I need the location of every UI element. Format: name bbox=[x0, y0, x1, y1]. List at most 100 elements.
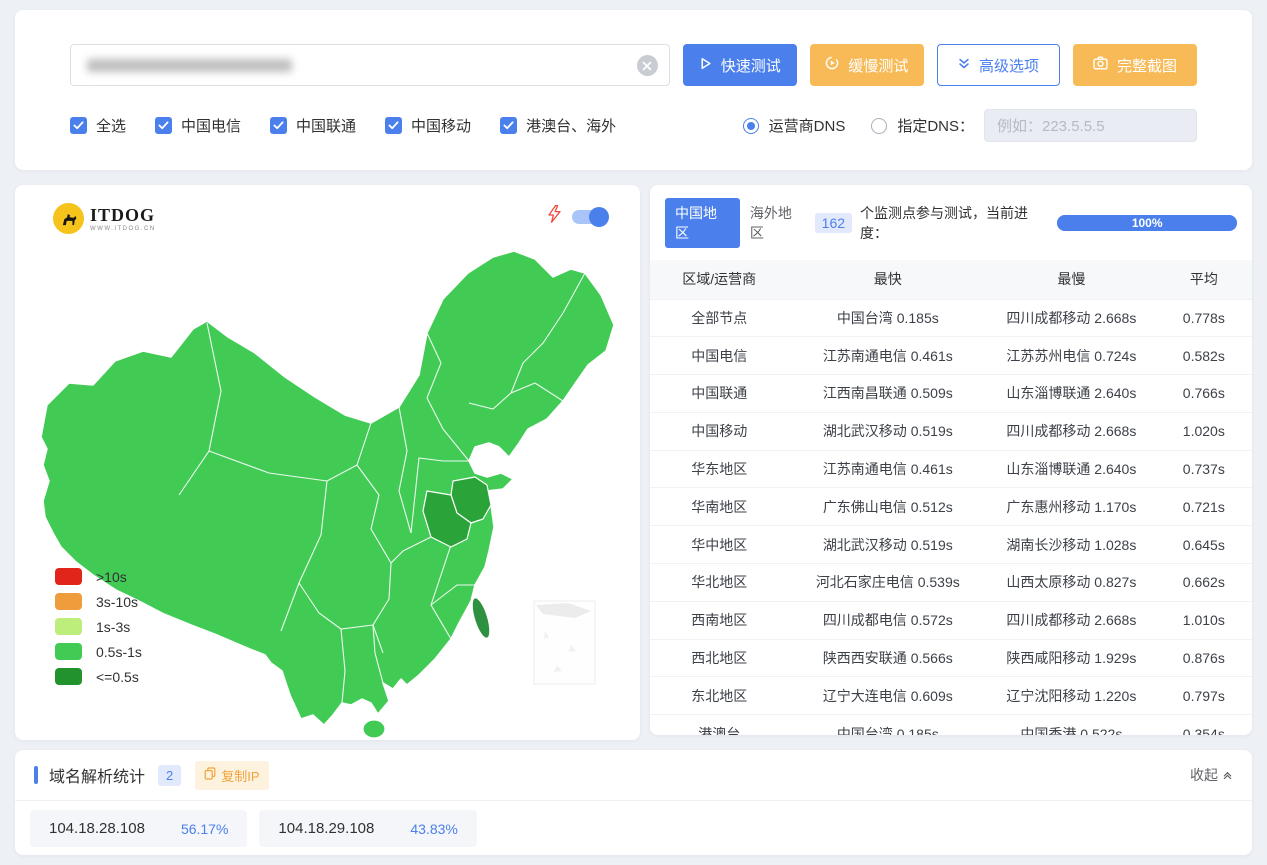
ip-list: 104.18.28.108 56.17% 104.18.29.108 43.83% bbox=[15, 801, 1252, 856]
double-chevron-up-icon bbox=[1222, 767, 1233, 783]
isp-checkbox-label: 港澳台、海外 bbox=[526, 118, 617, 135]
ip-chip[interactable]: 104.18.29.108 43.83% bbox=[259, 810, 477, 847]
table-cell: 1.010s bbox=[1155, 600, 1252, 640]
ip-percent: 43.83% bbox=[410, 820, 458, 837]
progress-bar: 100% bbox=[1057, 215, 1237, 231]
collapse-toggle[interactable]: 收起 bbox=[1190, 765, 1233, 785]
slow-test-button[interactable]: 缓慢测试 bbox=[809, 44, 924, 86]
slow-test-icon bbox=[825, 56, 839, 74]
speed-mode-toggle[interactable] bbox=[572, 206, 609, 227]
table-row: 中国联通 江西南昌联通 0.509s 山东淄博联通 2.640s 0.766s bbox=[650, 374, 1252, 413]
checkbox-check-icon bbox=[70, 117, 87, 134]
ip-address: 104.18.28.108 bbox=[49, 820, 145, 837]
table-cell: 华南地区 bbox=[650, 487, 789, 526]
progress-value: 100% bbox=[1131, 216, 1163, 230]
table-row: 港澳台 中国台湾 0.185s 中国香港 0.522s 0.354s bbox=[650, 714, 1252, 735]
table-row: 中国移动 湖北武汉移动 0.519s 四川成都移动 2.668s 1.020s bbox=[650, 411, 1252, 451]
table-cell: 0.797s bbox=[1155, 676, 1252, 715]
results-panel: 中国地区 海外地区 162 个监测点参与测试，当前进度： 100% 区域/运营商… bbox=[650, 185, 1252, 735]
table-cell: 1.020s bbox=[1155, 411, 1252, 451]
table-cell: 山西太原移动 0.827s bbox=[987, 563, 1156, 602]
table-row: 东北地区 辽宁大连电信 0.609s 辽宁沈阳移动 1.220s 0.797s bbox=[650, 676, 1252, 715]
legend-label: >10s bbox=[96, 568, 127, 585]
test-control-panel: 快速测试 缓慢测试 高级选项 完整截图 全选 中国电信 中国联通 中国移动 港澳台、海外… bbox=[15, 10, 1252, 170]
province-taiwan[interactable] bbox=[469, 596, 494, 640]
results-table: 区域/运营商 最快 最慢 平均 全部节点 中国台湾 0.185s 四川成都移动 2.668… bbox=[650, 260, 1252, 735]
ip-percent: 56.17% bbox=[180, 820, 229, 837]
ip-chip[interactable]: 104.18.28.108 56.17% bbox=[30, 810, 248, 847]
progress-text: 个监测点参与测试，当前进度： bbox=[860, 205, 1029, 241]
advanced-options-button[interactable]: 高级选项 bbox=[936, 44, 1060, 86]
table-cell: 中国电信 bbox=[650, 336, 789, 375]
table-cell: 广东惠州移动 1.170s bbox=[987, 487, 1156, 526]
table-cell: 0.721s bbox=[1155, 487, 1252, 526]
brand-name: ITDOG bbox=[90, 204, 156, 225]
checkbox-check-icon bbox=[155, 117, 173, 134]
table-cell: 0.778s bbox=[1155, 298, 1252, 337]
full-screenshot-label: 完整截图 bbox=[1116, 57, 1177, 75]
legend-item: 0.5s-1s bbox=[55, 643, 142, 660]
table-cell: 湖南长沙移动 1.028s bbox=[987, 525, 1156, 564]
checkbox-check-icon bbox=[385, 117, 403, 134]
camera-icon bbox=[1093, 56, 1108, 74]
legend-swatch bbox=[55, 643, 82, 660]
table-cell: 中国台湾 0.185s bbox=[788, 298, 988, 337]
tab-china-region[interactable]: 中国地区 bbox=[665, 198, 740, 248]
table-cell: 四川成都移动 2.668s bbox=[987, 600, 1156, 640]
column-header: 平均 bbox=[1155, 260, 1252, 299]
tab-overseas-region[interactable]: 海外地区 bbox=[740, 198, 815, 248]
table-cell: 华北地区 bbox=[650, 563, 789, 602]
isp-checkbox-4[interactable]: 港澳台、海外 bbox=[500, 115, 616, 136]
isp-checkbox-label: 中国联通 bbox=[296, 118, 357, 135]
copy-icon bbox=[204, 767, 216, 783]
table-cell: 0.876s bbox=[1155, 638, 1252, 677]
full-screenshot-button[interactable]: 完整截图 bbox=[1072, 44, 1197, 86]
legend-item: >10s bbox=[55, 568, 142, 585]
table-cell: 东北地区 bbox=[650, 676, 789, 715]
advanced-options-label: 高级选项 bbox=[978, 57, 1039, 75]
dns-option-group: 运营商DNS 指定DNS： 例如：223.5.5.5 bbox=[742, 109, 1197, 142]
column-header: 最慢 bbox=[987, 260, 1156, 299]
isp-checkbox-2[interactable]: 中国联通 bbox=[270, 115, 356, 136]
play-icon bbox=[699, 57, 712, 74]
column-header: 最快 bbox=[788, 260, 988, 299]
isp-checkbox-label: 全选 bbox=[96, 118, 127, 135]
isp-checkbox-3[interactable]: 中国移动 bbox=[385, 115, 471, 136]
isp-checkbox-1[interactable]: 中国电信 bbox=[155, 115, 241, 136]
table-cell: 0.645s bbox=[1155, 525, 1252, 564]
table-cell: 广东佛山电信 0.512s bbox=[788, 487, 988, 526]
legend-swatch bbox=[55, 593, 82, 610]
table-cell: 0.766s bbox=[1155, 374, 1252, 413]
table-cell: 中国香港 0.522s bbox=[987, 714, 1156, 735]
copy-ip-button[interactable]: 复制IP bbox=[195, 760, 269, 790]
isp-checkbox-label: 中国移动 bbox=[411, 118, 472, 135]
clear-input-icon[interactable] bbox=[636, 55, 658, 76]
table-cell: 陕西咸阳移动 1.929s bbox=[987, 638, 1156, 677]
table-row: 华中地区 湖北武汉移动 0.519s 湖南长沙移动 1.028s 0.645s bbox=[650, 525, 1252, 564]
legend-item: 3s-10s bbox=[55, 593, 142, 610]
dns-stats-panel: 域名解析统计 2 复制IP 收起 104.18.28.108 56.17% 104.… bbox=[15, 750, 1252, 855]
table-cell: 江苏南通电信 0.461s bbox=[788, 449, 988, 488]
isp-checkbox-0[interactable]: 全选 bbox=[70, 115, 126, 136]
table-cell: 山东淄博联通 2.640s bbox=[987, 374, 1156, 413]
dog-icon bbox=[53, 203, 84, 234]
custom-dns-input[interactable]: 例如：223.5.5.5 bbox=[984, 109, 1197, 142]
table-cell: 四川成都电信 0.572s bbox=[788, 600, 988, 640]
map-panel: ITDOG WWW.ITDOG.CN >10s 3s-10s 1s-3s 0.5… bbox=[15, 185, 640, 740]
legend-label: <=0.5s bbox=[96, 668, 139, 685]
table-row: 中国电信 江苏南通电信 0.461s 江苏苏州电信 0.724s 0.582s bbox=[650, 336, 1252, 375]
legend-swatch bbox=[55, 568, 82, 585]
table-row: 华南地区 广东佛山电信 0.512s 广东惠州移动 1.170s 0.721s bbox=[650, 487, 1252, 526]
table-cell: 湖北武汉移动 0.519s bbox=[788, 411, 988, 451]
lightning-icon bbox=[548, 204, 561, 228]
table-cell: 四川成都移动 2.668s bbox=[987, 411, 1156, 451]
province-hainan[interactable] bbox=[362, 719, 386, 739]
double-chevron-down-icon bbox=[958, 57, 970, 74]
carrier-dns-radio[interactable] bbox=[742, 117, 759, 134]
url-input[interactable] bbox=[70, 44, 670, 86]
fast-test-button[interactable]: 快速测试 bbox=[682, 44, 797, 86]
column-header: 区域/运营商 bbox=[650, 260, 789, 299]
custom-dns-radio[interactable] bbox=[871, 117, 888, 134]
isp-checkbox-group: 全选 中国电信 中国联通 中国移动 港澳台、海外 bbox=[70, 115, 616, 136]
brand-domain: WWW.ITDOG.CN bbox=[90, 225, 156, 232]
